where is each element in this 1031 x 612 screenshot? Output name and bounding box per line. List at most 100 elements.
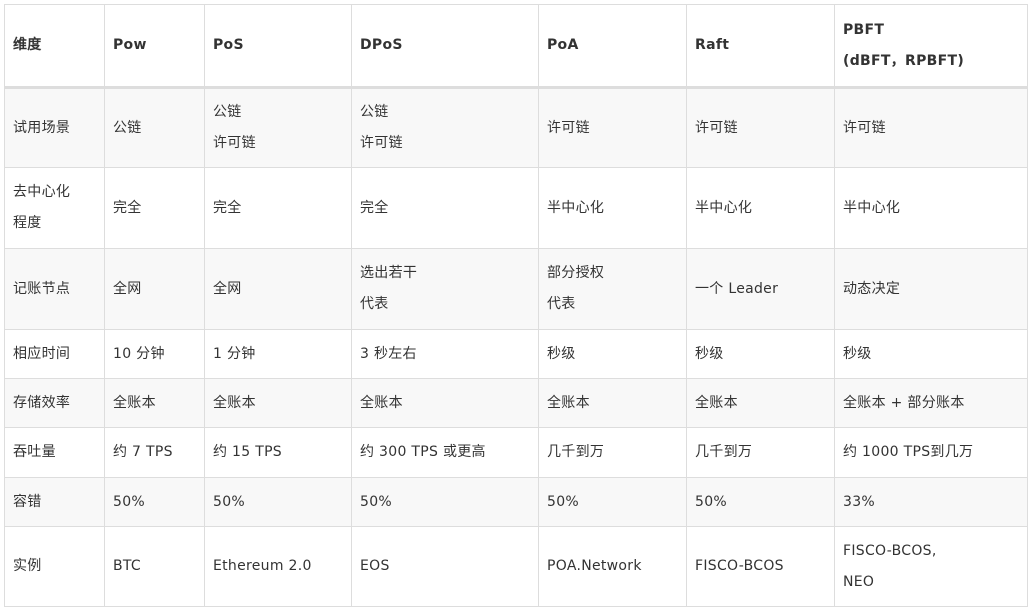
cell-text-line: 33% xyxy=(843,493,876,510)
table-cell: 全账本 xyxy=(351,378,539,428)
table-cell: 半中心化 xyxy=(538,167,687,249)
row-label: 容错 xyxy=(4,477,105,527)
table-cell: 全网 xyxy=(204,248,352,330)
cell-text-line: FISCO-BCOS, xyxy=(843,542,937,559)
table-cell: EOS xyxy=(351,526,539,607)
cell-text-line: 完全 xyxy=(360,199,389,216)
table-cell: FISCO-BCOS xyxy=(686,526,835,607)
table-row: 吞吐量 约 7 TPS 约 15 TPS 约 300 TPS 或更高 几千到万 几千到万 约… xyxy=(4,427,1028,478)
table-cell: 50% xyxy=(351,477,539,527)
cell-text-line: 几千到万 xyxy=(547,444,605,460)
table-cell: 秒级 xyxy=(686,329,835,379)
table-row: 存储效率 全账本 全账本 全账本 全账本 全账本 全账本 + 部分账本 xyxy=(4,378,1028,428)
cell-text-line: 公链 xyxy=(213,104,242,120)
cell-text-line: 去中心化 xyxy=(13,184,71,200)
row-label: 记账节点 xyxy=(4,248,105,330)
table-cell: 50% xyxy=(104,477,205,527)
cell-text-line: 10 分钟 xyxy=(113,345,165,362)
table-cell: 全账本 xyxy=(104,378,205,428)
cell-text-line: 选出若干 xyxy=(360,265,418,281)
cell-text-line: EOS xyxy=(360,558,390,574)
row-label: 相应时间 xyxy=(4,329,105,379)
cell-text-line: 全账本 xyxy=(113,394,156,411)
cell-text-line: 全账本 xyxy=(547,394,590,411)
cell-text-line: 全网 xyxy=(113,280,142,297)
cell-text-line: PoA xyxy=(547,37,579,53)
row-label: 吞吐量 xyxy=(4,427,105,478)
cell-text-line: 实例 xyxy=(13,558,42,574)
table-cell: 一个 Leader xyxy=(686,248,835,330)
cell-text-line: 50% xyxy=(547,493,580,510)
cell-text-line: 记账节点 xyxy=(13,280,71,297)
cell-text-line: 代表 xyxy=(547,296,576,312)
cell-text-line: BTC xyxy=(113,558,142,574)
table-cell: 约 1000 TPS到几万 xyxy=(834,427,1028,478)
cell-text-line: DPoS xyxy=(360,37,403,53)
table-row: 去中心化 程度 完全 完全 完全 半中心化 半中心化 半中心化 xyxy=(4,167,1028,249)
cell-text-line: 约 7 TPS xyxy=(113,444,173,460)
table-cell: 约 15 TPS xyxy=(204,427,352,478)
cell-text-line: 部分授权 xyxy=(547,265,605,281)
table-cell: Ethereum 2.0 xyxy=(204,526,352,607)
cell-text-line: 半中心化 xyxy=(547,199,605,216)
cell-text-line: 程度 xyxy=(13,215,42,231)
cell-text-line: 50% xyxy=(113,493,146,510)
cell-text-line: 约 15 TPS xyxy=(213,444,282,460)
cell-text-line: 容错 xyxy=(13,493,42,510)
table-cell: 半中心化 xyxy=(834,167,1028,249)
table-cell: 许可链 xyxy=(686,87,835,168)
cell-text-line: 相应时间 xyxy=(13,345,71,362)
table-cell: 动态决定 xyxy=(834,248,1028,330)
cell-text-line: 一个 Leader xyxy=(695,280,779,297)
table-cell: 部分授权 代表 xyxy=(538,248,687,330)
table-row: 记账节点 全网 全网 选出若干 代表 部分授权 代表 一个 Leader 动态决定 xyxy=(4,248,1028,330)
table-cell: BTC xyxy=(104,526,205,607)
cell-text-line: 公链 xyxy=(360,104,389,120)
cell-text-line: POA.Network xyxy=(547,558,642,574)
cell-text-line: NEO xyxy=(843,573,875,590)
cell-text-line: PoS xyxy=(213,37,244,53)
column-header: PoS xyxy=(204,4,352,89)
cell-text-line: 50% xyxy=(695,493,728,510)
row-label: 去中心化 程度 xyxy=(4,167,105,249)
column-header: Raft xyxy=(686,4,835,89)
table-cell: 几千到万 xyxy=(686,427,835,478)
table-cell: 10 分钟 xyxy=(104,329,205,379)
table-cell: 完全 xyxy=(351,167,539,249)
table-cell: 全账本 xyxy=(686,378,835,428)
table-cell: 33% xyxy=(834,477,1028,527)
cell-text-line: 许可链 xyxy=(695,119,738,136)
row-label: 试用场景 xyxy=(4,87,105,168)
cell-text-line: 50% xyxy=(213,493,246,510)
table-cell: 许可链 xyxy=(834,87,1028,168)
table-body: 试用场景 公链 公链 许可链 公链 许可链 许可链 许可链 许可链 去中心化 程度 完全 完全 完全 半中心… xyxy=(4,87,1028,607)
cell-text-line: 吞吐量 xyxy=(13,444,56,460)
cell-text-line: 秒级 xyxy=(695,345,724,362)
cell-text-line: 许可链 xyxy=(547,119,590,136)
table-cell: 秒级 xyxy=(834,329,1028,379)
column-header: PBFT (dBFT，RPBFT) xyxy=(834,4,1028,89)
cell-text-line: 完全 xyxy=(213,199,242,216)
table-row: 相应时间 10 分钟 1 分钟 3 秒左右 秒级 秒级 秒级 xyxy=(4,329,1028,379)
cell-text-line: 存储效率 xyxy=(13,394,71,411)
table-cell: 几千到万 xyxy=(538,427,687,478)
cell-text-line: 约 1000 TPS到几万 xyxy=(843,444,974,460)
table-cell: POA.Network xyxy=(538,526,687,607)
table-cell: FISCO-BCOS, NEO xyxy=(834,526,1028,607)
table-cell: 50% xyxy=(538,477,687,527)
table-cell: 完全 xyxy=(104,167,205,249)
cell-text-line: 许可链 xyxy=(843,119,886,136)
table-cell: 公链 许可链 xyxy=(204,87,352,168)
table-cell: 约 7 TPS xyxy=(104,427,205,478)
table-cell: 全账本 xyxy=(538,378,687,428)
cell-text-line: Ethereum 2.0 xyxy=(213,558,312,574)
cell-text-line: 代表 xyxy=(360,296,389,312)
cell-text-line: PBFT xyxy=(843,21,885,38)
cell-text-line: 维度 xyxy=(13,37,42,53)
row-label: 实例 xyxy=(4,526,105,607)
cell-text-line: 全账本 xyxy=(695,394,738,411)
table-cell: 公链 xyxy=(104,87,205,168)
cell-text-line: 完全 xyxy=(113,199,142,216)
column-header: DPoS xyxy=(351,4,539,89)
cell-text-line: Pow xyxy=(113,37,147,53)
